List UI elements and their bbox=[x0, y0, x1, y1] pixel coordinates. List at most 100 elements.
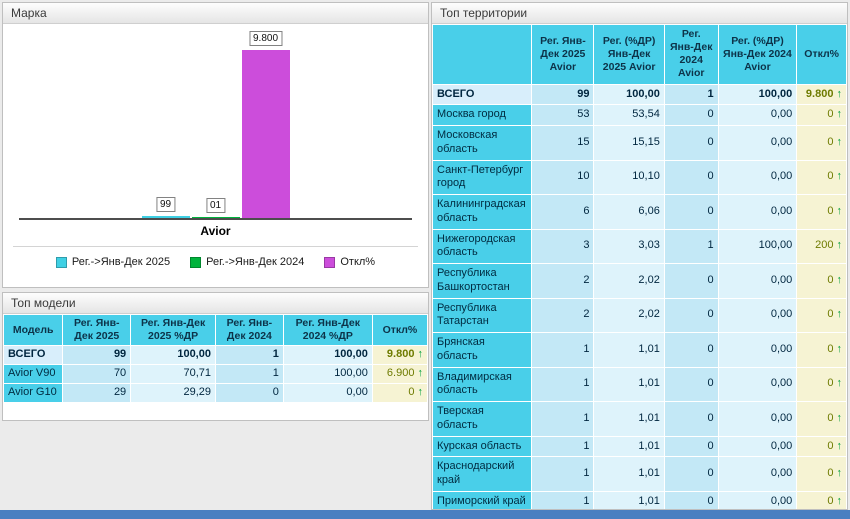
row-label[interactable]: Курская область bbox=[433, 436, 532, 457]
table-row: Тверская область11,0100,000 ↑ bbox=[433, 402, 847, 437]
row-label[interactable]: Брянская область bbox=[433, 333, 532, 368]
delta-cell: 0 ↑ bbox=[797, 436, 847, 457]
column-header[interactable]: Рег. Янв-Дек 2025 %ДР bbox=[131, 315, 216, 346]
value-cell: 0,00 bbox=[718, 491, 797, 510]
delta-cell: 200 ↑ bbox=[797, 229, 847, 264]
row-label[interactable]: Республика Татарстан bbox=[433, 298, 532, 333]
column-header[interactable]: Откл% bbox=[797, 25, 847, 85]
panel-header-marka: Марка bbox=[3, 3, 428, 24]
up-arrow-icon: ↑ bbox=[837, 274, 843, 286]
bar-value-label: 01 bbox=[206, 198, 225, 213]
value-cell: 1 bbox=[532, 402, 594, 437]
row-label[interactable]: Калининградская область bbox=[433, 195, 532, 230]
value-cell: 3,03 bbox=[594, 229, 664, 264]
value-cell: 29,29 bbox=[131, 383, 216, 402]
value-cell: 0,00 bbox=[718, 126, 797, 161]
value-cell: 0 bbox=[664, 195, 718, 230]
up-arrow-icon: ↑ bbox=[418, 348, 424, 360]
value-cell: 0,00 bbox=[283, 383, 372, 402]
delta-value: 0 bbox=[827, 274, 833, 286]
horizontal-scrollbar[interactable] bbox=[0, 510, 850, 519]
up-arrow-icon: ↑ bbox=[837, 377, 843, 389]
legend-item-reg-yanv-dek-2025[interactable]: Рег.->Янв-Дек 2025 bbox=[56, 256, 170, 268]
delta-cell: 0 ↑ bbox=[797, 264, 847, 299]
column-header[interactable]: Рег. Янв-Дек 2024 Avior bbox=[664, 25, 718, 85]
value-cell: 1 bbox=[215, 346, 283, 365]
value-cell: 1 bbox=[532, 436, 594, 457]
panel-title-marka: Марка bbox=[11, 6, 47, 20]
row-label[interactable]: Московская область bbox=[433, 126, 532, 161]
value-cell: 1,01 bbox=[594, 367, 664, 402]
legend-swatch-icon bbox=[190, 257, 201, 268]
delta-cell: 0 ↑ bbox=[797, 105, 847, 126]
value-cell: 0,00 bbox=[718, 333, 797, 368]
up-arrow-icon: ↑ bbox=[837, 88, 843, 100]
row-label[interactable]: Avior G10 bbox=[4, 383, 63, 402]
value-cell: 0 bbox=[664, 367, 718, 402]
delta-cell: 0 ↑ bbox=[797, 491, 847, 510]
table-row: Брянская область11,0100,000 ↑ bbox=[433, 333, 847, 368]
row-label[interactable]: Тверская область bbox=[433, 402, 532, 437]
column-header[interactable]: Рег. Янв-Дек 2025 bbox=[63, 315, 131, 346]
row-label[interactable]: Приморский край bbox=[433, 491, 532, 510]
column-header[interactable]: Модель bbox=[4, 315, 63, 346]
row-label[interactable]: ВСЕГО bbox=[433, 84, 532, 105]
delta-cell: 0 ↑ bbox=[797, 298, 847, 333]
value-cell: 1 bbox=[664, 229, 718, 264]
row-label[interactable]: Владимирская область bbox=[433, 367, 532, 402]
territories-table: Рег. Янв-Дек 2025 AviorРег. (%ДР) Янв-Де… bbox=[432, 24, 847, 510]
legend-swatch-icon bbox=[324, 257, 335, 268]
delta-value: 0 bbox=[827, 308, 833, 320]
column-header[interactable] bbox=[433, 25, 532, 85]
chart-bar-reg-yanv-dek-2024[interactable]: 01 bbox=[192, 40, 240, 218]
panel-title-top-territories: Топ территории bbox=[440, 6, 527, 20]
legend-label: Откл% bbox=[340, 256, 375, 268]
row-label[interactable]: Санкт-Петербург город bbox=[433, 160, 532, 195]
value-cell: 2,02 bbox=[594, 298, 664, 333]
table-row: Санкт-Петербург город1010,1000,000 ↑ bbox=[433, 160, 847, 195]
delta-value: 0 bbox=[827, 495, 833, 507]
value-cell: 2,02 bbox=[594, 264, 664, 299]
row-label[interactable]: Краснодарский край bbox=[433, 457, 532, 492]
value-cell: 0 bbox=[664, 160, 718, 195]
bar-plot: 99 01 9.800 bbox=[19, 40, 412, 220]
row-label[interactable]: ВСЕГО bbox=[4, 346, 63, 365]
column-header[interactable]: Рег. Янв-Дек 2025 Avior bbox=[532, 25, 594, 85]
column-header[interactable]: Рег. Янв-Дек 2024 bbox=[215, 315, 283, 346]
table-row: Курская область11,0100,000 ↑ bbox=[433, 436, 847, 457]
value-cell: 0 bbox=[664, 402, 718, 437]
column-header[interactable]: Рег. Янв-Дек 2024 %ДР bbox=[283, 315, 372, 346]
row-label[interactable]: Москва город bbox=[433, 105, 532, 126]
delta-value: 6.900 bbox=[387, 367, 415, 379]
delta-cell: 9.800 ↑ bbox=[372, 346, 427, 365]
up-arrow-icon: ↑ bbox=[418, 367, 424, 379]
delta-value: 9.800 bbox=[387, 348, 415, 360]
value-cell: 53 bbox=[532, 105, 594, 126]
delta-cell: 0 ↑ bbox=[372, 383, 427, 402]
up-arrow-icon: ↑ bbox=[837, 343, 843, 355]
delta-value: 9.800 bbox=[806, 88, 834, 100]
value-cell: 1 bbox=[215, 365, 283, 384]
delta-value: 0 bbox=[827, 412, 833, 424]
legend-swatch-icon bbox=[56, 257, 67, 268]
table-row: Калининградская область66,0600,000 ↑ bbox=[433, 195, 847, 230]
value-cell: 99 bbox=[63, 346, 131, 365]
chart-bar-reg-yanv-dek-2025[interactable]: 99 bbox=[142, 40, 190, 218]
delta-value: 0 bbox=[827, 205, 833, 217]
delta-value: 0 bbox=[408, 386, 414, 398]
value-cell: 0,00 bbox=[718, 457, 797, 492]
table-row: Московская область1515,1500,000 ↑ bbox=[433, 126, 847, 161]
column-header[interactable]: Откл% bbox=[372, 315, 427, 346]
row-label[interactable]: Avior V90 bbox=[4, 365, 63, 384]
column-header[interactable]: Рег. (%ДР) Янв-Дек 2025 Avior bbox=[594, 25, 664, 85]
legend-item-otkl-percent[interactable]: Откл% bbox=[324, 256, 375, 268]
chart-bar-otkl-percent[interactable]: 9.800 bbox=[242, 40, 290, 218]
value-cell: 1,01 bbox=[594, 402, 664, 437]
row-label[interactable]: Республика Башкортостан bbox=[433, 264, 532, 299]
legend-item-reg-yanv-dek-2024[interactable]: Рег.->Янв-Дек 2024 bbox=[190, 256, 304, 268]
delta-value: 200 bbox=[815, 239, 833, 251]
delta-cell: 0 ↑ bbox=[797, 367, 847, 402]
value-cell: 100,00 bbox=[283, 365, 372, 384]
row-label[interactable]: Нижегородская область bbox=[433, 229, 532, 264]
column-header[interactable]: Рег. (%ДР) Янв-Дек 2024 Avior bbox=[718, 25, 797, 85]
